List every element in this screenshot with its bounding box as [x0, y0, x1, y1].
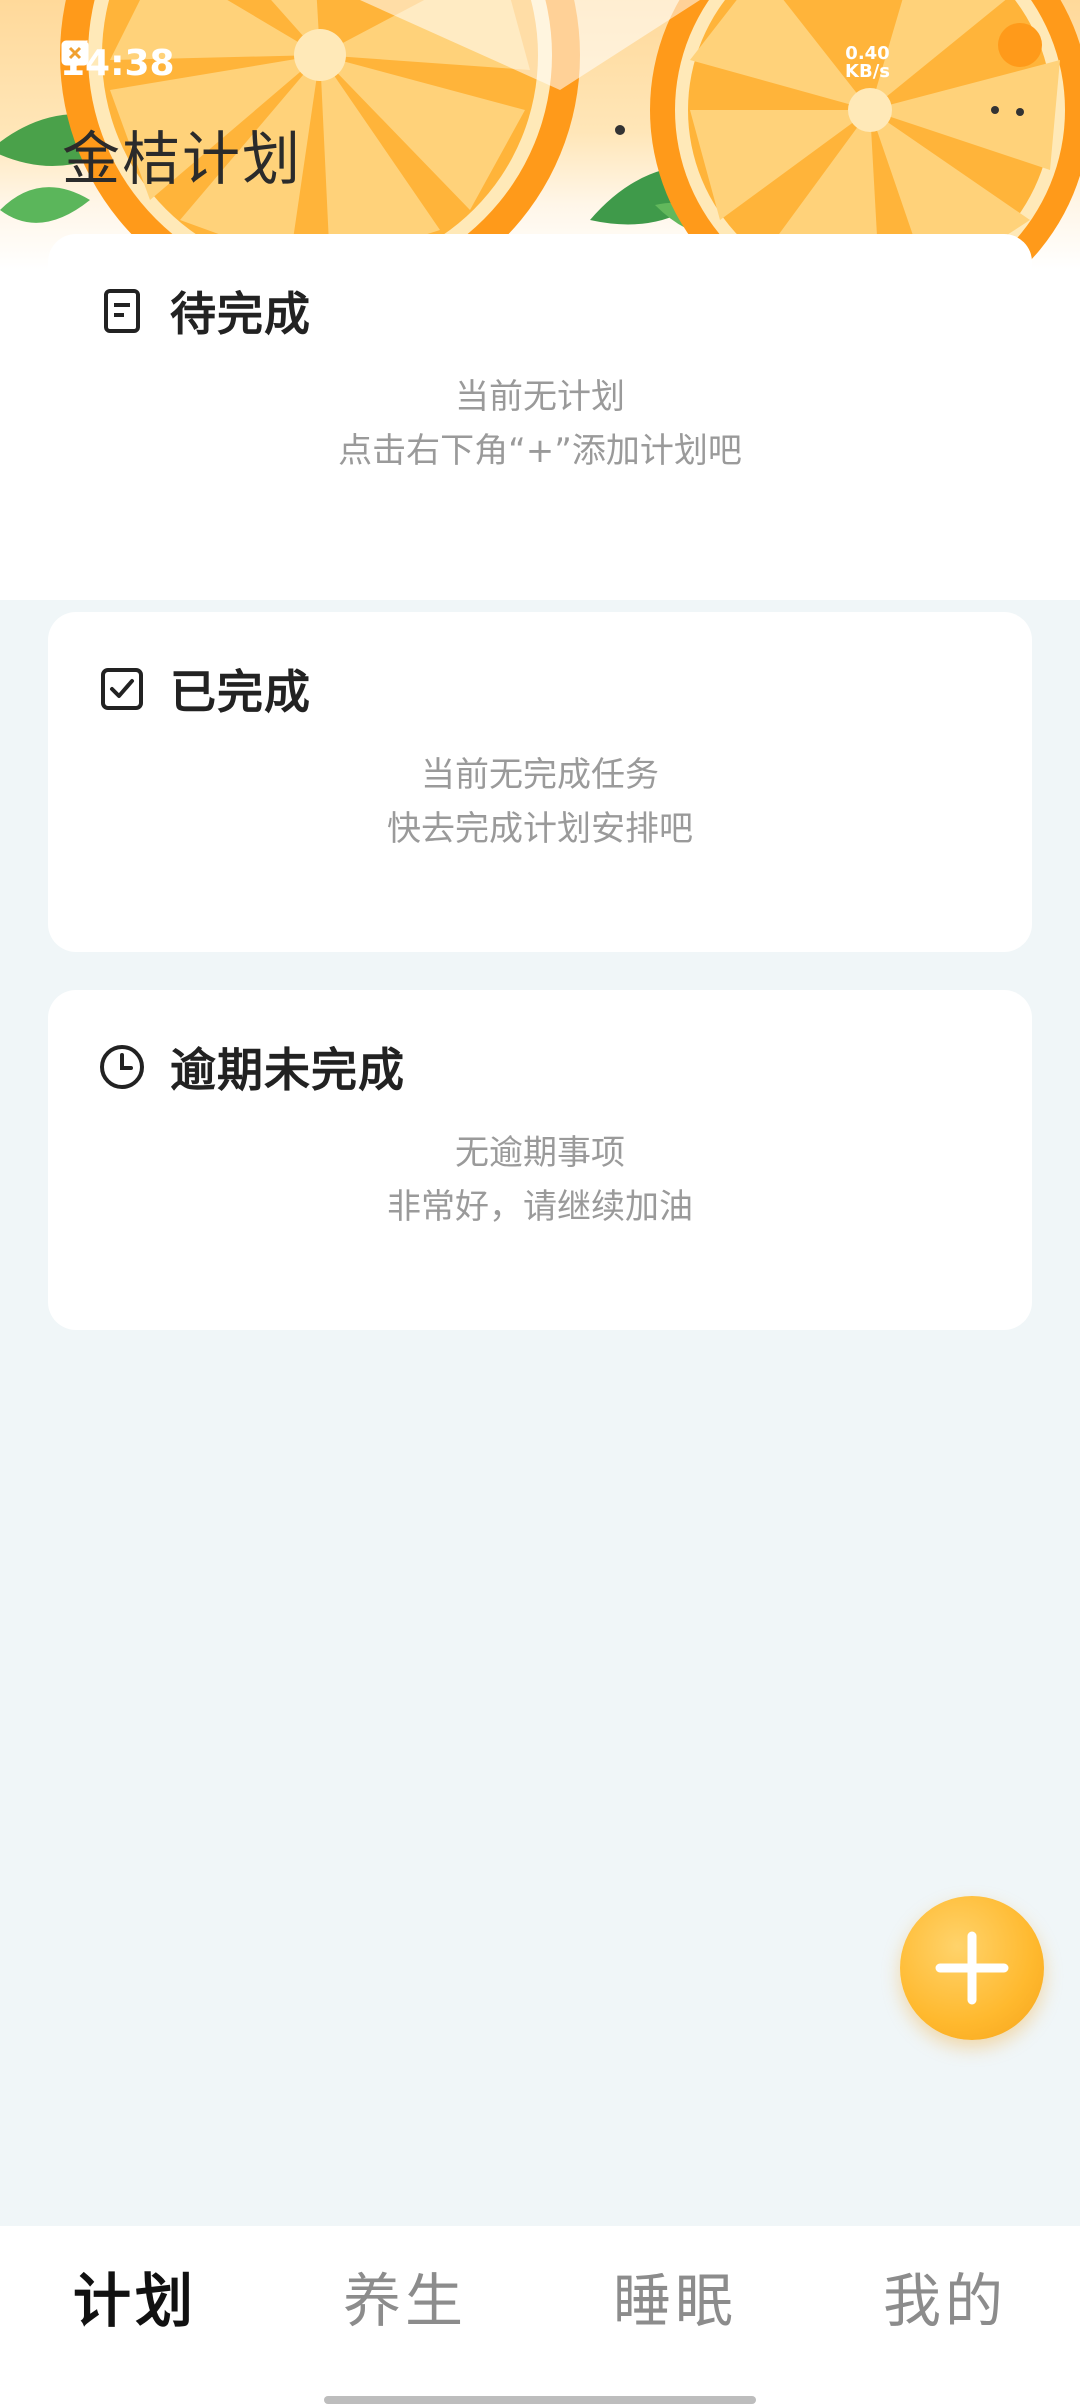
- bottom-navigation: 计划 养生 睡眠 我的: [0, 2226, 1080, 2408]
- pending-empty-message: 当前无计划: [455, 377, 625, 417]
- overdue-empty-message: 无逾期事项: [455, 1133, 625, 1173]
- tab-sleep[interactable]: 睡眠: [540, 2254, 810, 2338]
- no-sim-icon: [63, 41, 87, 65]
- pending-empty-hint: 点击右下角“+”添加计划吧: [338, 431, 742, 471]
- clock-icon: [100, 1045, 144, 1089]
- pending-plans-card: 待完成 当前无计划 点击右下角“+”添加计划吧: [48, 234, 1032, 594]
- page-title: 金桔计划: [62, 125, 303, 193]
- plus-icon: [935, 1931, 1009, 2005]
- completed-card-title: 已完成: [170, 665, 311, 719]
- overdue-empty-hint: 非常好，请继续加油: [387, 1187, 693, 1227]
- completed-empty-hint: 快去完成计划安排吧: [387, 809, 693, 849]
- checkbox-icon: [101, 668, 143, 710]
- add-plan-button[interactable]: [900, 1896, 1044, 2040]
- tab-plan[interactable]: 计划: [0, 2254, 270, 2338]
- overdue-plans-card: 逾期未完成 无逾期事项 非常好，请继续加油: [48, 990, 1032, 1330]
- completed-plans-card: 已完成 当前无完成任务 快去完成计划安排吧: [48, 612, 1032, 952]
- overdue-card-title: 逾期未完成: [170, 1043, 405, 1097]
- tab-mine[interactable]: 我的: [810, 2254, 1080, 2338]
- completed-empty-message: 当前无完成任务: [421, 755, 659, 795]
- network-speed-unit: KB/s: [845, 61, 890, 82]
- status-bar: 14:38 0.40 KB/s: [60, 38, 1040, 88]
- home-indicator[interactable]: [324, 2396, 756, 2404]
- network-speed: 0.40 KB/s: [845, 45, 890, 81]
- pending-card-title: 待完成: [170, 287, 311, 341]
- tab-health[interactable]: 养生: [270, 2254, 540, 2338]
- document-icon: [104, 289, 140, 333]
